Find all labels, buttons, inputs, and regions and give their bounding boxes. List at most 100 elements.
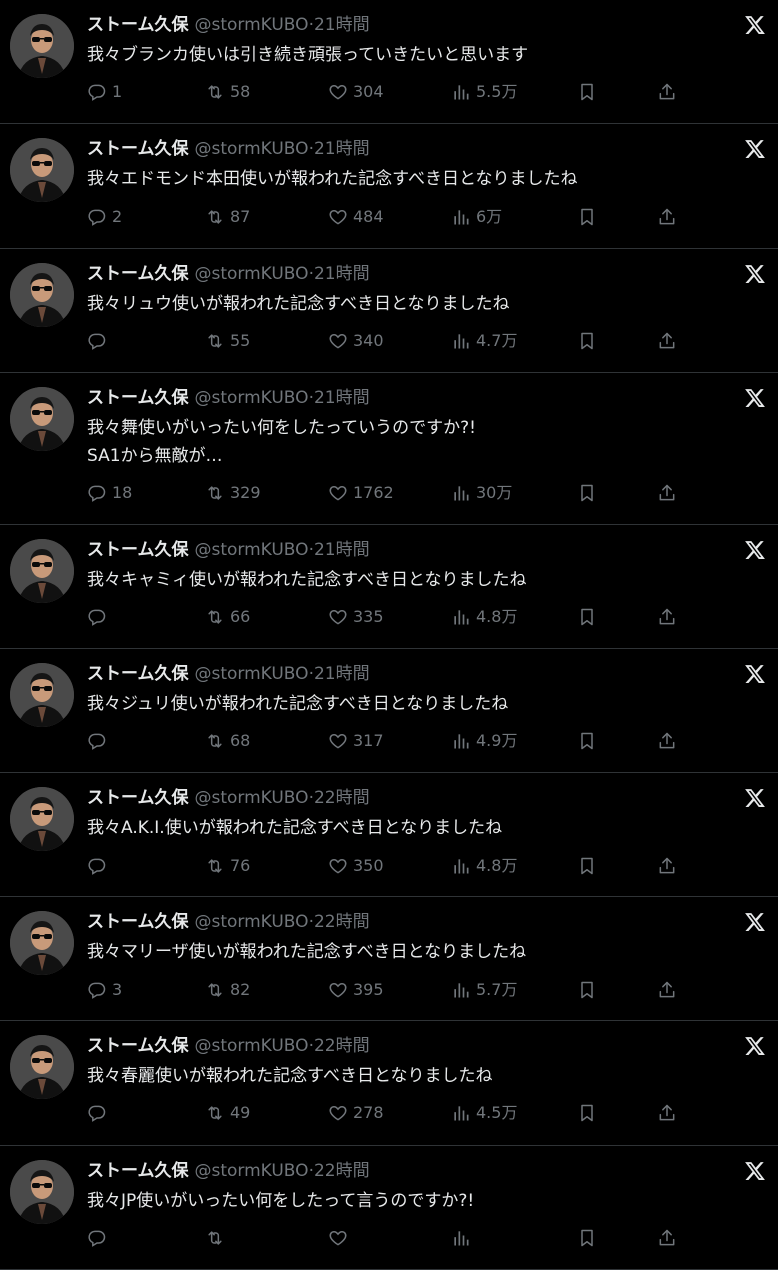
user-handle[interactable]: @stormKUBO — [195, 15, 309, 35]
share-button[interactable] — [657, 729, 677, 753]
like-button[interactable]: 1762 — [328, 481, 394, 505]
tweet[interactable]: ストーム久保 @stormKUBO·21時間 我々キャミィ使いが報われた記念すべき… — [0, 525, 778, 649]
display-name[interactable]: ストーム久保 — [87, 139, 189, 159]
user-handle[interactable]: @stormKUBO — [195, 264, 309, 284]
views-button[interactable]: 4.7万 — [451, 329, 517, 353]
profile-avatar[interactable] — [10, 787, 74, 851]
tweet[interactable]: ストーム久保 @stormKUBO·21時間 我々ジュリ使いが報われた記念すべき日… — [0, 649, 778, 773]
like-button[interactable]: 350 — [328, 854, 384, 878]
reply-button[interactable]: 2 — [87, 205, 122, 229]
views-button[interactable]: 4.5万 — [451, 1101, 517, 1125]
bookmark-button[interactable] — [577, 1101, 597, 1125]
profile-avatar[interactable] — [10, 539, 74, 603]
display-name[interactable]: ストーム久保 — [87, 788, 189, 808]
like-button[interactable]: 304 — [328, 80, 384, 104]
timestamp[interactable]: 21時間 — [314, 540, 370, 560]
share-button[interactable] — [657, 205, 677, 229]
retweet-button[interactable]: 82 — [205, 978, 250, 1002]
like-button[interactable]: 395 — [328, 978, 384, 1002]
share-button[interactable] — [657, 978, 677, 1002]
retweet-button[interactable]: 66 — [205, 605, 250, 629]
display-name[interactable]: ストーム久保 — [87, 912, 189, 932]
bookmark-button[interactable] — [577, 1226, 597, 1250]
tweet[interactable]: ストーム久保 @stormKUBO·22時間 我々マリーザ使いが報われた記念すべき… — [0, 897, 778, 1021]
like-button[interactable]: 335 — [328, 605, 384, 629]
like-button[interactable] — [328, 1226, 353, 1250]
bookmark-button[interactable] — [577, 481, 597, 505]
timestamp[interactable]: 21時間 — [314, 664, 370, 684]
display-name[interactable]: ストーム久保 — [87, 1161, 189, 1181]
views-button[interactable] — [451, 1226, 476, 1250]
tweet[interactable]: ストーム久保 @stormKUBO·21時間 我々舞使いがいったい何をしたっていう… — [0, 373, 778, 525]
views-button[interactable]: 5.5万 — [451, 80, 517, 104]
tweet[interactable]: ストーム久保 @stormKUBO·21時間 我々ブランカ使いは引き続き頑張ってい… — [0, 0, 778, 124]
like-button[interactable]: 317 — [328, 729, 384, 753]
share-button[interactable] — [657, 1226, 677, 1250]
retweet-button[interactable]: 68 — [205, 729, 250, 753]
views-button[interactable]: 4.8万 — [451, 605, 517, 629]
tweet[interactable]: ストーム久保 @stormKUBO·22時間 我々春麗使いが報われた記念すべき日と… — [0, 1021, 778, 1146]
reply-button[interactable] — [87, 329, 112, 353]
bookmark-button[interactable] — [577, 329, 597, 353]
like-button[interactable]: 278 — [328, 1101, 384, 1125]
reply-button[interactable] — [87, 729, 112, 753]
display-name[interactable]: ストーム久保 — [87, 388, 189, 408]
timestamp[interactable]: 22時間 — [314, 912, 370, 932]
retweet-button[interactable]: 329 — [205, 481, 261, 505]
retweet-button[interactable] — [205, 1226, 230, 1250]
profile-avatar[interactable] — [10, 1035, 74, 1099]
views-button[interactable]: 5.7万 — [451, 978, 517, 1002]
bookmark-button[interactable] — [577, 854, 597, 878]
bookmark-button[interactable] — [577, 978, 597, 1002]
views-button[interactable]: 30万 — [451, 481, 512, 505]
timestamp[interactable]: 21時間 — [314, 15, 370, 35]
views-button[interactable]: 4.9万 — [451, 729, 517, 753]
display-name[interactable]: ストーム久保 — [87, 664, 189, 684]
like-button[interactable]: 340 — [328, 329, 384, 353]
views-button[interactable]: 6万 — [451, 205, 502, 229]
profile-avatar[interactable] — [10, 14, 74, 78]
profile-avatar[interactable] — [10, 663, 74, 727]
retweet-button[interactable]: 49 — [205, 1101, 250, 1125]
display-name[interactable]: ストーム久保 — [87, 264, 189, 284]
profile-avatar[interactable] — [10, 911, 74, 975]
retweet-button[interactable]: 58 — [205, 80, 250, 104]
profile-avatar[interactable] — [10, 1160, 74, 1224]
reply-button[interactable] — [87, 1226, 112, 1250]
timestamp[interactable]: 21時間 — [314, 139, 370, 159]
user-handle[interactable]: @stormKUBO — [195, 139, 309, 159]
profile-avatar[interactable] — [10, 138, 74, 202]
timestamp[interactable]: 21時間 — [314, 264, 370, 284]
user-handle[interactable]: @stormKUBO — [195, 788, 309, 808]
share-button[interactable] — [657, 854, 677, 878]
retweet-button[interactable]: 55 — [205, 329, 250, 353]
share-button[interactable] — [657, 329, 677, 353]
tweet[interactable]: ストーム久保 @stormKUBO·22時間 我々A.K.I.使いが報われた記念す… — [0, 773, 778, 897]
retweet-button[interactable]: 87 — [205, 205, 250, 229]
user-handle[interactable]: @stormKUBO — [195, 664, 309, 684]
reply-button[interactable] — [87, 854, 112, 878]
profile-avatar[interactable] — [10, 387, 74, 451]
tweet[interactable]: ストーム久保 @stormKUBO·21時間 我々エドモンド本田使いが報われた記念… — [0, 124, 778, 249]
display-name[interactable]: ストーム久保 — [87, 540, 189, 560]
bookmark-button[interactable] — [577, 605, 597, 629]
user-handle[interactable]: @stormKUBO — [195, 1036, 309, 1056]
share-button[interactable] — [657, 605, 677, 629]
bookmark-button[interactable] — [577, 205, 597, 229]
share-button[interactable] — [657, 80, 677, 104]
retweet-button[interactable]: 76 — [205, 854, 250, 878]
bookmark-button[interactable] — [577, 80, 597, 104]
tweet[interactable]: ストーム久保 @stormKUBO·21時間 我々リュウ使いが報われた記念すべき日… — [0, 249, 778, 373]
user-handle[interactable]: @stormKUBO — [195, 1161, 309, 1181]
timestamp[interactable]: 21時間 — [314, 388, 370, 408]
reply-button[interactable] — [87, 1101, 112, 1125]
bookmark-button[interactable] — [577, 729, 597, 753]
display-name[interactable]: ストーム久保 — [87, 1036, 189, 1056]
views-button[interactable]: 4.8万 — [451, 854, 517, 878]
tweet[interactable]: ストーム久保 @stormKUBO·22時間 我々JP使いがいったい何をしたって言… — [0, 1146, 778, 1270]
timestamp[interactable]: 22時間 — [314, 788, 370, 808]
timestamp[interactable]: 22時間 — [314, 1036, 370, 1056]
profile-avatar[interactable] — [10, 263, 74, 327]
reply-button[interactable]: 1 — [87, 80, 122, 104]
user-handle[interactable]: @stormKUBO — [195, 912, 309, 932]
